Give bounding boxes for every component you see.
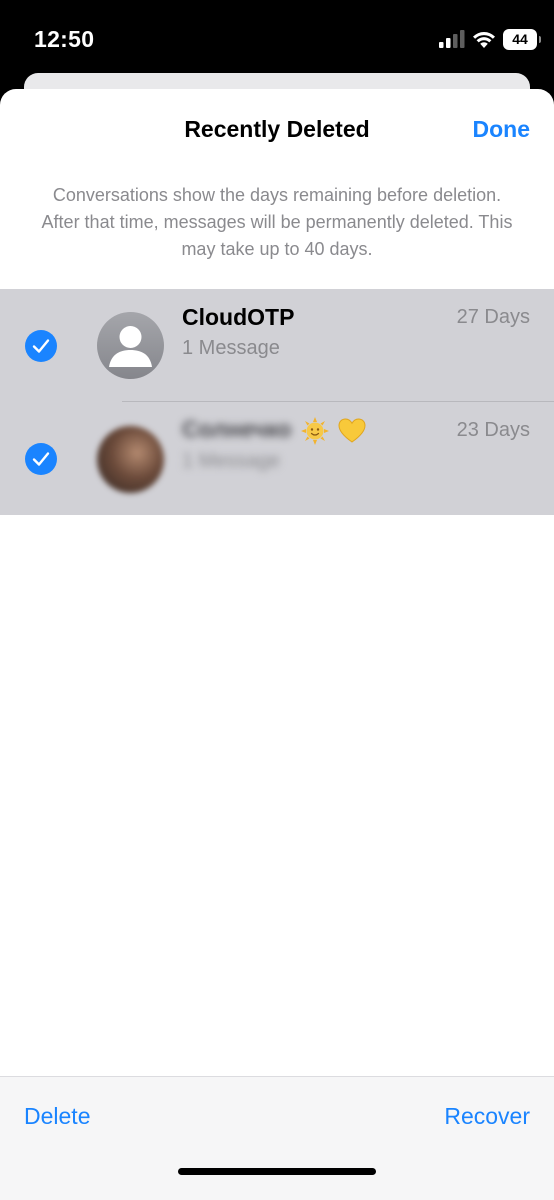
contact-name-text: Солнечко — [182, 416, 292, 442]
message-count: 1 Message — [182, 450, 280, 472]
yellow-heart-icon — [338, 418, 366, 443]
done-button[interactable]: Done — [473, 116, 531, 143]
info-text: Conversations show the days remaining be… — [41, 185, 513, 259]
status-bar: 12:50 44 — [0, 0, 554, 80]
conversation-list: CloudOTP 1 Message 27 Days Солнечко 1 Me… — [0, 289, 554, 515]
battery-icon: 44 — [503, 29, 541, 50]
page-title: Recently Deleted — [184, 116, 370, 142]
cellular-signal-icon — [439, 30, 465, 48]
conversation-row-blurred-contact[interactable]: Солнечко 1 Message 23 Days — [0, 402, 554, 515]
default-contact-avatar-icon — [97, 312, 164, 379]
days-remaining: 23 Days — [456, 419, 530, 441]
status-time: 12:50 — [34, 26, 95, 52]
recently-deleted-sheet: Recently Deleted Done Conversations show… — [0, 89, 554, 1200]
conversation-row-cloudotp[interactable]: CloudOTP 1 Message 27 Days — [0, 289, 554, 402]
days-remaining: 27 Days — [456, 306, 530, 328]
contact-name: Солнечко — [182, 416, 366, 445]
selected-checkmark-icon[interactable] — [25, 330, 57, 362]
bottom-toolbar: Delete Recover — [0, 1076, 554, 1200]
message-count: 1 Message — [182, 337, 280, 359]
contact-photo-avatar — [97, 426, 164, 493]
contact-name: CloudOTP — [182, 304, 295, 330]
sun-with-face-icon — [300, 416, 329, 445]
recover-button[interactable]: Recover — [444, 1103, 530, 1130]
home-indicator — [178, 1168, 376, 1175]
wifi-icon — [473, 32, 495, 48]
selected-checkmark-icon[interactable] — [25, 443, 57, 475]
delete-button[interactable]: Delete — [24, 1103, 90, 1130]
